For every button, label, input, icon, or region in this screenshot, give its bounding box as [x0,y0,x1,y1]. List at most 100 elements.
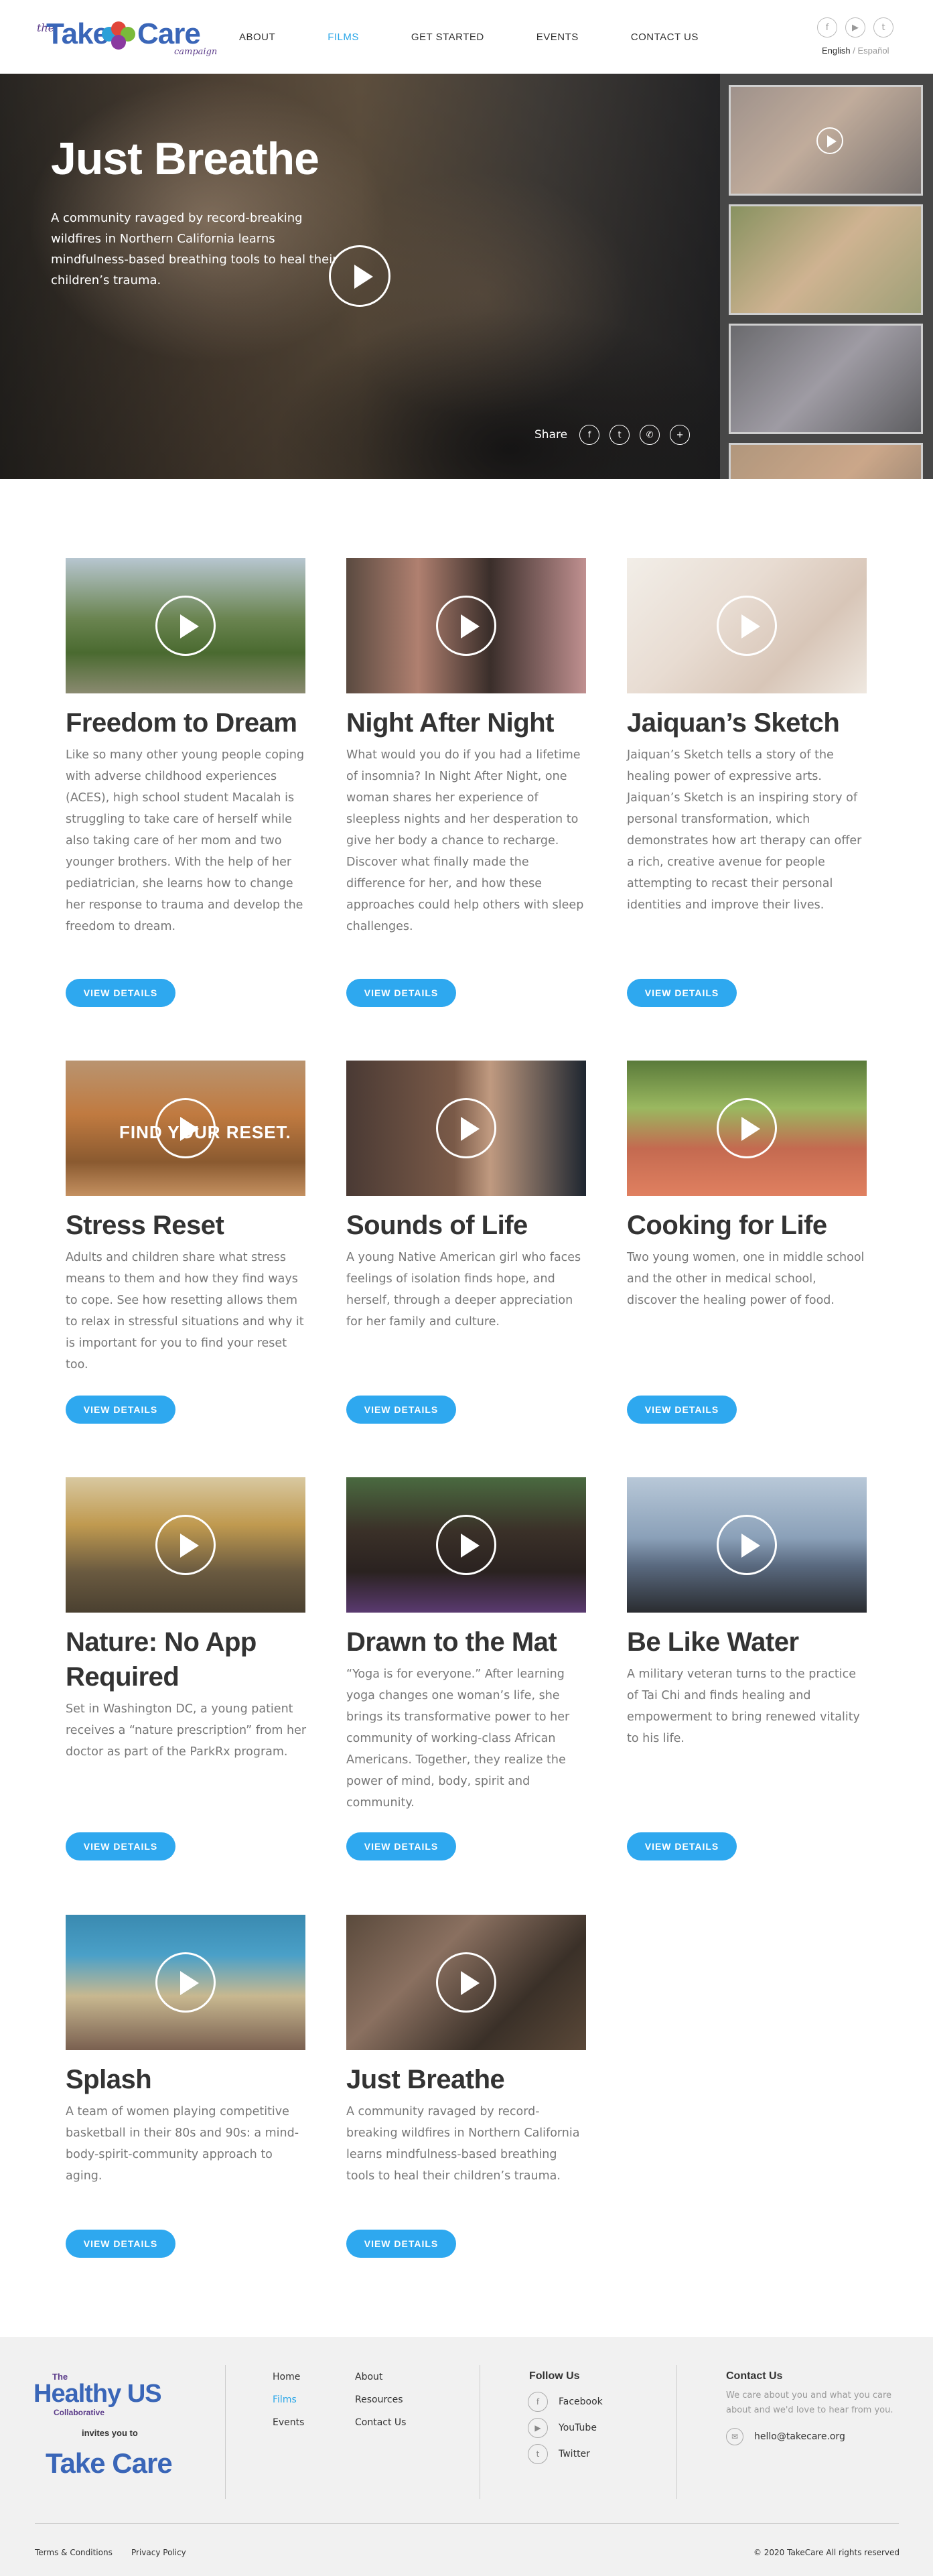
contact-email: hello@takecare.org [754,2431,845,2442]
invites-text: invites you to [82,2428,138,2438]
play-icon[interactable] [436,1515,496,1575]
view-details-button[interactable]: VIEW DETAILS [346,1396,456,1424]
view-details-button[interactable]: VIEW DETAILS [66,979,175,1007]
hero-thumbnail-strip[interactable] [720,74,933,479]
film-description: A young Native American girl who faces f… [346,1251,581,1329]
facebook-icon: f [528,2392,548,2412]
hero-play-button[interactable] [329,245,390,307]
film-thumbnail[interactable] [66,1477,305,1613]
view-details-button[interactable]: VIEW DETAILS [66,2230,175,2258]
play-icon [816,127,843,154]
view-details-button[interactable]: VIEW DETAILS [346,2230,456,2258]
footer-link-home[interactable]: Home [273,2372,300,2382]
play-icon[interactable] [436,1098,496,1158]
twitter-icon[interactable]: t [609,425,630,445]
partner-logo-name: Healthy US [33,2380,162,2408]
film-title: Just Breathe [346,2065,505,2094]
hero-video: Just Breathe A community ravaged by reco… [0,74,933,479]
film-title: Be Like Water [627,1627,799,1657]
film-description: Set in Washington DC, a young patient re… [66,1702,307,1759]
facebook-icon[interactable]: f [579,425,600,445]
play-icon[interactable] [717,1515,777,1575]
youtube-icon: ▶ [528,2418,548,2438]
film-thumbnail[interactable] [346,1915,586,2050]
film-title: Freedom to Dream [66,708,297,738]
whatsapp-icon[interactable]: ✆ [640,425,660,445]
contact-email-link[interactable]: ✉ hello@takecare.org [726,2428,845,2445]
share-label: Share [534,428,568,442]
footer-youtube-link[interactable]: ▶ YouTube [528,2418,597,2438]
side-thumbnail[interactable] [729,443,923,479]
film-description: Jaiquan’s Sketch tells a story of the he… [627,748,862,912]
film-thumbnail[interactable] [627,1477,867,1613]
film-title: Nature: No App Required [66,1627,257,1692]
footer-link-about[interactable]: About [355,2372,382,2382]
side-thumbnail[interactable] [729,324,923,434]
film-thumbnail[interactable] [346,1061,586,1196]
contact-us-heading: Contact Us [726,2370,783,2382]
nav-films[interactable]: FILMS [328,31,359,43]
logo-campaign-text: campaign [174,47,218,57]
share-bar: Share f t ✆ + [534,425,700,445]
footer-link-events[interactable]: Events [273,2417,304,2428]
youtube-icon[interactable]: ▶ [845,17,865,38]
film-thumbnail[interactable] [627,1061,867,1196]
footer-link-contact-us[interactable]: Contact Us [355,2417,406,2428]
play-icon[interactable] [155,1515,216,1575]
view-details-button[interactable]: VIEW DETAILS [66,1396,175,1424]
terms-link[interactable]: Terms & Conditions [35,2548,113,2557]
view-details-button[interactable]: VIEW DETAILS [66,1832,175,1860]
view-details-button[interactable]: VIEW DETAILS [627,1396,737,1424]
lang-separator: / [850,46,858,56]
facebook-icon[interactable]: f [817,17,837,38]
footer-take-care-logo[interactable]: Take Care [46,2447,173,2480]
nav-contact-us[interactable]: CONTACT US [631,31,699,43]
logo-balls-icon [100,21,138,55]
facebook-label: Facebook [559,2396,603,2407]
plus-icon[interactable]: + [670,425,691,445]
contact-description: We care about you and what you care abou… [726,2390,893,2415]
film-thumbnail[interactable] [66,558,305,693]
film-title: Stress Reset [66,1211,224,1240]
privacy-link[interactable]: Privacy Policy [131,2548,186,2557]
play-icon[interactable] [436,1952,496,2013]
twitter-label: Twitter [559,2449,590,2459]
lang-english[interactable]: English [822,46,851,56]
nav-get-started[interactable]: GET STARTED [411,31,484,43]
lang-espanol[interactable]: Español [857,46,889,56]
nav-events[interactable]: EVENTS [536,31,579,43]
play-icon[interactable] [717,596,777,656]
footer-link-films[interactable]: Films [273,2394,297,2405]
film-thumbnail[interactable]: FIND YOUR RESET. [66,1061,305,1196]
footer-twitter-link[interactable]: t Twitter [528,2444,590,2464]
site-header: the Take Care campaign ABOUT FILMS GET S… [0,0,933,74]
film-description: A community ravaged by record-breaking w… [346,2105,580,2183]
film-description: A team of women playing competitive bask… [66,2105,299,2183]
film-thumbnail[interactable] [346,558,586,693]
film-description: A military veteran turns to the practice… [627,1668,860,1745]
view-details-button[interactable]: VIEW DETAILS [346,979,456,1007]
healthy-us-logo[interactable]: The Healthy US Collaborative [33,2366,194,2420]
nav-about[interactable]: ABOUT [239,31,275,43]
play-icon[interactable] [155,596,216,656]
view-details-button[interactable]: VIEW DETAILS [627,1832,737,1860]
play-icon[interactable] [717,1098,777,1158]
film-thumbnail[interactable] [346,1477,586,1613]
side-thumbnail[interactable] [729,85,923,196]
hero-description: A community ravaged by record-breaking w… [51,211,338,287]
play-icon[interactable] [155,1952,216,2013]
film-thumbnail[interactable] [627,558,867,693]
take-care-logo[interactable]: the Take Care campaign [37,15,217,62]
film-thumbnail[interactable] [66,1915,305,2050]
side-thumbnail[interactable] [729,204,923,315]
site-footer: The Healthy US Collaborative invites you… [0,2337,933,2576]
view-details-button[interactable]: VIEW DETAILS [346,1832,456,1860]
footer-link-resources[interactable]: Resources [355,2394,403,2405]
footer-facebook-link[interactable]: f Facebook [528,2392,603,2412]
logo-take-text: Take [46,17,109,50]
play-icon[interactable] [436,596,496,656]
film-description: Like so many other young people coping w… [66,748,305,933]
email-icon: ✉ [726,2428,743,2445]
view-details-button[interactable]: VIEW DETAILS [627,979,737,1007]
twitter-icon[interactable]: t [873,17,893,38]
